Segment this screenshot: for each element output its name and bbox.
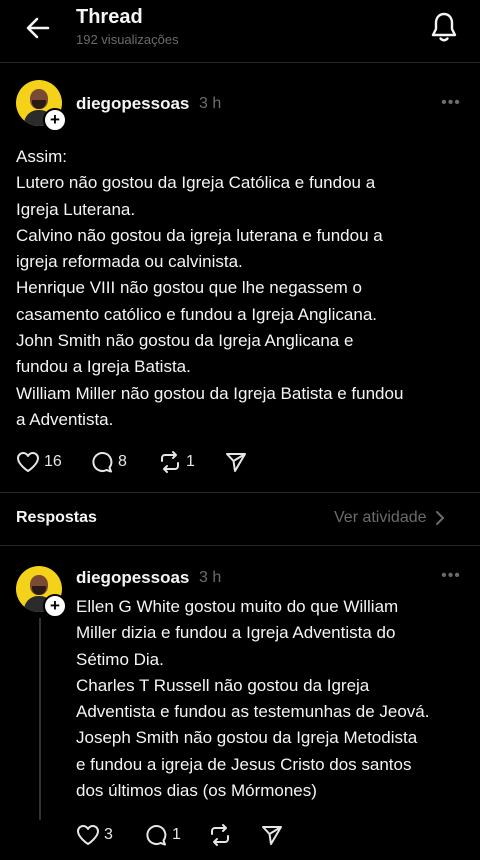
reply-username[interactable]: diegopessoas — [76, 568, 189, 588]
reply-line: Miller dizia e fundou a Igreja Adventist… — [76, 623, 396, 643]
post-line: fundou a Igreja Batista. — [16, 357, 191, 377]
replies-divider — [0, 545, 480, 546]
reply-body: Ellen G White gostou muito do que Willia… — [76, 594, 429, 804]
reply-line: e fundou a igreja de Jesus Cristo dos sa… — [76, 754, 412, 774]
comment-button[interactable]: 8 — [90, 450, 127, 474]
top-bar: Thread 192 visualizações — [0, 0, 480, 60]
replies-title: Respostas — [16, 509, 97, 526]
heart-icon — [17, 452, 39, 472]
post-time: 3 h — [199, 95, 222, 112]
chevron-right-icon — [435, 511, 444, 525]
reply-line: dos últimos dias (os Mórmones) — [76, 781, 317, 801]
comment-icon — [146, 825, 167, 846]
send-icon — [262, 826, 282, 845]
post-username[interactable]: diegopessoas — [76, 94, 189, 114]
page-title: Thread — [76, 6, 143, 28]
reply-line: Charles T Russell não gostou da Igreja — [76, 675, 370, 695]
thread-line — [39, 618, 41, 820]
notifications-button[interactable] — [428, 10, 460, 44]
post-line: Calvino não gostou da igreja luterana e … — [16, 225, 383, 245]
repost-icon — [211, 824, 229, 846]
share-button[interactable] — [224, 450, 248, 474]
plus-icon[interactable]: + — [43, 108, 67, 132]
like-count: 16 — [44, 453, 62, 470]
reply-comment-button[interactable]: 1 — [144, 823, 181, 847]
view-activity-label: Ver atividade — [334, 509, 427, 526]
more-icon[interactable]: ••• — [438, 93, 464, 113]
like-button[interactable]: 16 — [16, 450, 62, 474]
post-line: John Smith não gostou da Igreja Anglican… — [16, 331, 354, 351]
post-line: Henrique VIII não gostou que lhe negasse… — [16, 278, 362, 298]
bell-icon — [431, 12, 457, 42]
view-activity-link[interactable]: Ver atividade — [334, 509, 445, 527]
send-icon — [226, 453, 246, 472]
reply-like-count: 3 — [104, 826, 113, 843]
back-button[interactable] — [22, 12, 54, 44]
post-body: Assim: Lutero não gostou da Igreja Catól… — [16, 144, 403, 433]
post-divider — [0, 492, 480, 493]
repost-count: 1 — [186, 453, 195, 470]
comment-count: 8 — [118, 453, 127, 470]
post-line: casamento católico e fundou a Igreja Ang… — [16, 304, 378, 324]
header-divider — [0, 62, 480, 63]
reply-comment-count: 1 — [172, 826, 181, 843]
reply-like-button[interactable]: 3 — [76, 823, 113, 847]
view-count: 192 visualizações — [76, 32, 179, 47]
plus-icon[interactable]: + — [43, 594, 67, 618]
comment-icon — [92, 452, 113, 473]
post-line: a Adventista. — [16, 409, 114, 429]
arrow-left-icon — [26, 17, 50, 39]
reply-line: Ellen G White gostou muito do que Willia… — [76, 597, 399, 616]
reply-line: Joseph Smith não gostou da Igreja Metodi… — [76, 728, 418, 748]
reply-line: Sétimo Dia. — [76, 649, 164, 669]
heart-icon — [77, 825, 99, 845]
reply-time: 3 h — [199, 569, 222, 586]
post-line: igreja reformada ou calvinista. — [16, 252, 243, 272]
more-icon[interactable]: ••• — [438, 566, 464, 586]
post-line: Lutero não gostou da Igreja Católica e f… — [16, 173, 376, 193]
reply-share-button[interactable] — [260, 823, 284, 847]
post-line: Igreja Luterana. — [16, 199, 136, 219]
post-line: William Miller não gostou da Igreja Bati… — [16, 383, 404, 403]
repost-button[interactable]: 1 — [158, 450, 195, 474]
reply-line: Adventista e fundou as testemunhas de Je… — [76, 702, 430, 722]
post-line: Assim: — [16, 147, 67, 166]
reply-repost-button[interactable] — [208, 823, 232, 847]
repost-icon — [161, 451, 179, 473]
